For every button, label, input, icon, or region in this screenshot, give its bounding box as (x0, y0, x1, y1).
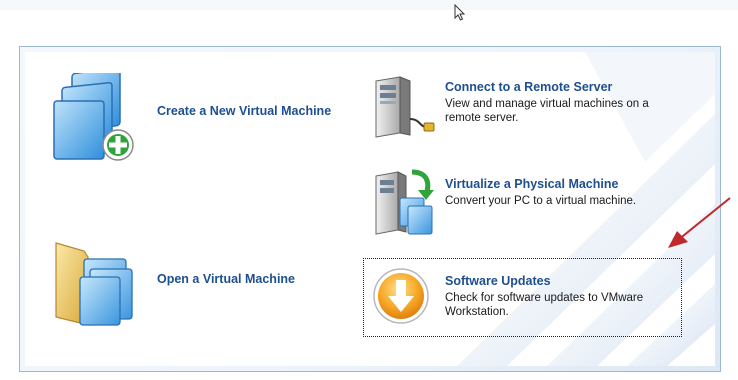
folder-vm-icon (55, 242, 133, 326)
new-vm-icon (53, 73, 134, 161)
create-vm-label[interactable]: Create a New Virtual Machine (157, 104, 331, 118)
server-plug-icon (375, 76, 435, 138)
annotation-arrow-icon (668, 197, 731, 248)
connect-remote-title[interactable]: Connect to a Remote Server (445, 80, 612, 94)
mouse-cursor-icon (454, 4, 466, 21)
server-convert-icon (375, 169, 434, 235)
vmware-home-page: Create a New Virtual Machine Open a Virt… (0, 0, 738, 380)
virtualize-physical-title[interactable]: Virtualize a Physical Machine (445, 177, 618, 191)
open-vm-label[interactable]: Open a Virtual Machine (157, 272, 295, 286)
software-updates-desc: Check for software updates to VMware Wor… (445, 292, 644, 318)
update-arrow-icon (373, 268, 429, 324)
top-strip (0, 0, 738, 10)
software-updates-title[interactable]: Software Updates (445, 274, 551, 288)
connect-remote-desc: View and manage virtual machines on a re… (445, 98, 649, 124)
virtualize-physical-desc: Convert your PC to a virtual machine. (445, 195, 637, 207)
